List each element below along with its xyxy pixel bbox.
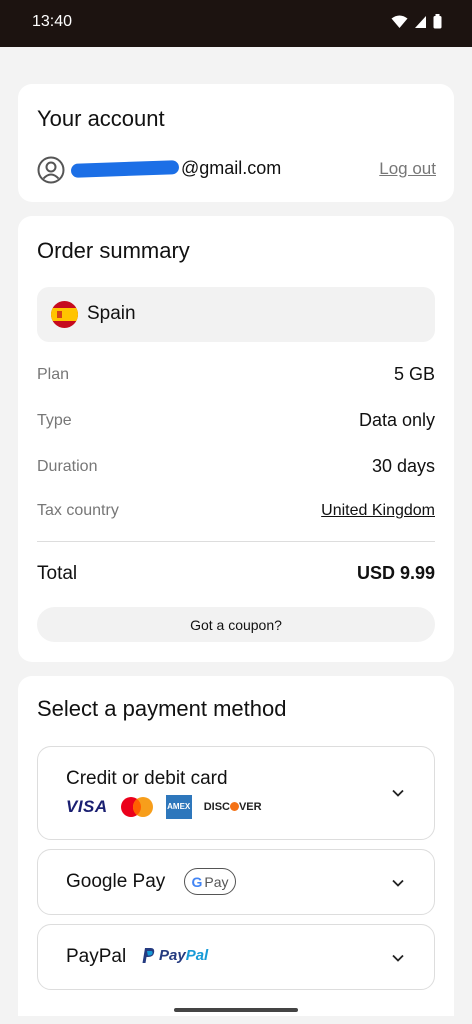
- email-suffix: @gmail.com: [181, 158, 282, 178]
- type-value: Data only: [358, 410, 435, 430]
- plan-label: Plan: [37, 366, 70, 383]
- plan-row: Plan 5 GB: [37, 364, 435, 388]
- duration-label: Duration: [37, 458, 98, 475]
- paypal-logo: PayPal: [142, 947, 208, 964]
- total-label: Total: [37, 563, 78, 584]
- card-payment-option[interactable]: Credit or debit card VISA AMEX DISC VER: [37, 746, 435, 840]
- order-summary-card: Order summary Spain Plan 5 GB Type Data …: [18, 216, 454, 662]
- google-pay-option[interactable]: Google Pay G Pay: [37, 849, 435, 915]
- account-email: @gmail.com: [70, 158, 282, 179]
- tax-country-label: Tax country: [37, 502, 119, 519]
- wifi-icon: [391, 15, 408, 28]
- card-brand-logos: VISA AMEX DISC VER: [66, 795, 262, 819]
- battery-icon: [433, 14, 442, 29]
- spain-flag-icon: [51, 301, 78, 328]
- signal-icon: [415, 15, 426, 28]
- paypal-pal-text: Pal: [185, 947, 209, 964]
- account-title: Your account: [37, 106, 165, 131]
- home-indicator[interactable]: [174, 1008, 298, 1012]
- total-value: USD 9.99: [356, 563, 435, 583]
- order-summary-title: Order summary: [37, 238, 190, 263]
- chevron-down-icon: [392, 954, 404, 962]
- status-icons: [391, 14, 442, 29]
- paypal-option[interactable]: PayPal PayPal: [37, 924, 435, 990]
- account-card: Your account @gmail.com Log out: [18, 84, 454, 202]
- payment-method-card: Select a payment method Credit or debit …: [18, 676, 454, 1016]
- mastercard-logo-icon: [120, 797, 153, 817]
- status-bar: 13:40: [0, 0, 472, 47]
- duration-row: Duration 30 days: [37, 456, 435, 480]
- paypal-pay-text: Pay: [159, 947, 186, 964]
- type-label: Type: [37, 412, 72, 429]
- google-pay-badge: G Pay: [184, 868, 236, 895]
- payment-method-title: Select a payment method: [37, 696, 287, 721]
- logout-link[interactable]: Log out: [379, 159, 436, 179]
- type-row: Type Data only: [37, 410, 435, 434]
- card-payment-label: Credit or debit card: [66, 768, 228, 789]
- divider: [37, 541, 435, 542]
- google-pay-label: Google Pay: [66, 871, 166, 892]
- status-time: 13:40: [32, 13, 73, 30]
- duration-value: 30 days: [371, 456, 435, 476]
- tax-country-link[interactable]: United Kingdom: [321, 502, 435, 520]
- chevron-down-icon: [392, 789, 404, 797]
- discover-logo: DISC VER: [203, 801, 262, 813]
- paypal-label: PayPal: [66, 946, 127, 967]
- redacted-email-mark: [70, 160, 180, 179]
- coupon-button[interactable]: Got a coupon?: [37, 607, 435, 642]
- plan-value: 5 GB: [393, 364, 435, 384]
- destination-country: Spain: [37, 287, 435, 342]
- tax-country-row: Tax country United Kingdom: [37, 500, 435, 524]
- amex-logo: AMEX: [165, 795, 192, 819]
- paypal-p-icon: [142, 947, 155, 963]
- chevron-down-icon: [392, 879, 404, 887]
- country-name: Spain: [87, 303, 136, 324]
- user-avatar-icon: [37, 156, 65, 184]
- visa-logo: VISA: [66, 797, 108, 816]
